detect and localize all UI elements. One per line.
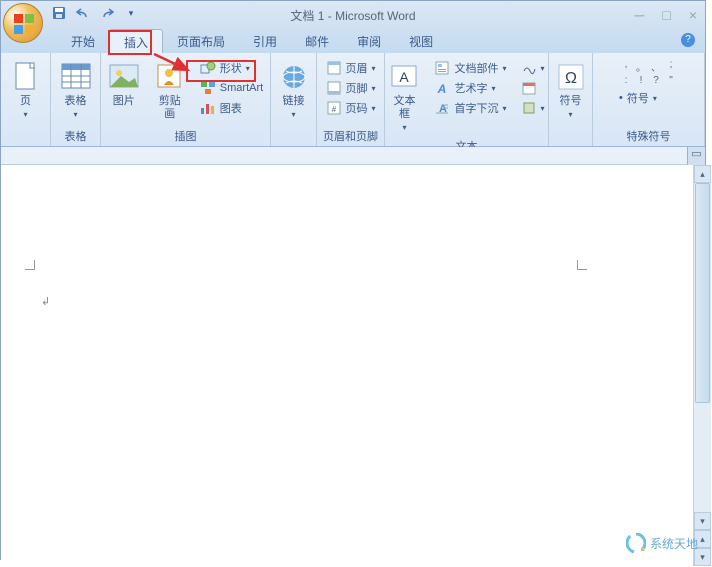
scroll-thumb[interactable] [695,183,710,403]
clipart-icon [154,61,186,93]
textbox-button[interactable]: A 文本框▾ [384,59,424,136]
undo-button[interactable] [75,5,91,21]
chart-button[interactable]: 图表 [196,99,267,117]
ribbon: 页▾ 表格 表格▾ 表格 [1,53,705,147]
header-button[interactable]: 页眉 ▾ [322,59,380,77]
save-button[interactable] [51,5,67,21]
more-symbols-button[interactable]: • 符号 ▾ [619,89,661,107]
wordart-button[interactable]: A 艺术字 ▾ [430,79,510,97]
svg-text:Ω: Ω [565,70,577,87]
tab-view[interactable]: 视图 [395,29,447,53]
tab-home[interactable]: 开始 [57,29,109,53]
document-area[interactable]: ↲ [1,165,693,566]
smartart-icon [200,80,216,96]
wordart-icon: A [434,80,450,96]
paragraph-mark: ↲ [41,295,50,308]
drop-cap-icon: A [434,100,450,116]
scroll-up-button[interactable]: ▴ [694,165,711,183]
quick-access-toolbar: ▾ [51,5,139,21]
tab-references[interactable]: 引用 [239,29,291,53]
group-label-symbols: 特殊符号 [599,126,698,146]
object-icon [521,100,537,116]
group-label-tables2: 表格 [57,126,94,146]
redo-button[interactable] [99,5,115,21]
signature-icon [521,60,537,76]
footer-icon [326,80,342,96]
quick-parts-button[interactable]: 文档部件 ▾ [430,59,510,77]
shapes-icon [200,60,216,76]
vertical-scrollbar[interactable]: ▴ ▾ ▴ ▾ [693,165,711,566]
datetime-icon [521,80,537,96]
tab-mail[interactable]: 邮件 [291,29,343,53]
tab-insert[interactable]: 插入 [109,29,163,53]
svg-text:#: # [331,105,336,114]
page-number-button[interactable]: # 页码 ▾ [322,99,380,117]
chart-icon [200,100,216,116]
watermark-text: 系统天地 [650,535,698,552]
symbol-button[interactable]: Ω 符号▾ [551,59,591,123]
smartart-button[interactable]: SmartArt [196,79,267,97]
undo-icon [76,7,90,19]
table-icon [60,61,92,93]
picture-icon [108,61,140,93]
save-icon [52,6,66,20]
datetime-button[interactable] [517,79,549,97]
ruler-toggle[interactable]: ▭ [687,147,705,165]
svg-text:A: A [437,82,447,95]
watermark: 系统天地 [626,533,698,553]
page-margin-corner-right [577,260,587,270]
tab-layout[interactable]: 页面布局 [163,29,239,53]
signature-button[interactable]: ▾ [517,59,549,77]
scroll-down-button[interactable]: ▾ [694,512,711,530]
footer-button[interactable]: 页脚 ▾ [322,79,380,97]
table-button[interactable]: 表格▾ [56,59,96,123]
omega-icon: Ω [555,61,587,93]
redo-icon [100,7,114,19]
window-title: 文档 1 - Microsoft Word [290,7,415,24]
office-button[interactable] [3,3,43,43]
title-bar: ▾ 文档 1 - Microsoft Word ─ □ × [1,1,705,29]
picture-button[interactable]: 图片 [104,59,144,110]
link-button[interactable]: 链接▾ [274,59,314,123]
shapes-button[interactable]: 形状 ▾ [196,59,267,77]
group-label-illustrations: 插图 [107,126,264,146]
minimize-button[interactable]: ─ [634,7,644,23]
clipart-button[interactable]: 剪贴画 [150,59,190,123]
quick-parts-icon [434,60,450,76]
page-margin-corner-left [25,260,35,270]
symbol-grid[interactable]: ,。、; :!?" [619,59,678,86]
page-number-icon: # [326,100,342,116]
textbox-icon: A [388,61,420,93]
object-button[interactable]: ▾ [517,99,549,117]
svg-text:A: A [400,69,410,85]
qat-customize[interactable]: ▾ [123,5,139,21]
close-button[interactable]: × [689,7,697,23]
page-icon [10,61,42,93]
ribbon-tabs: 开始 插入 页面布局 引用 邮件 审阅 视图 ? [1,29,705,53]
drop-cap-button[interactable]: A 首字下沉 ▾ [430,99,510,117]
watermark-globe-icon [626,533,646,553]
ruler: ▭ [1,147,705,165]
maximize-button[interactable]: □ [662,7,670,23]
header-icon [326,60,342,76]
link-icon [278,61,310,93]
help-button[interactable]: ? [681,33,695,47]
tab-review[interactable]: 审阅 [343,29,395,53]
window-controls: ─ □ × [634,7,697,23]
group-label-hf: 页眉和页脚 [323,126,378,146]
office-logo-icon [12,12,36,36]
page-button[interactable]: 页▾ [6,59,46,123]
